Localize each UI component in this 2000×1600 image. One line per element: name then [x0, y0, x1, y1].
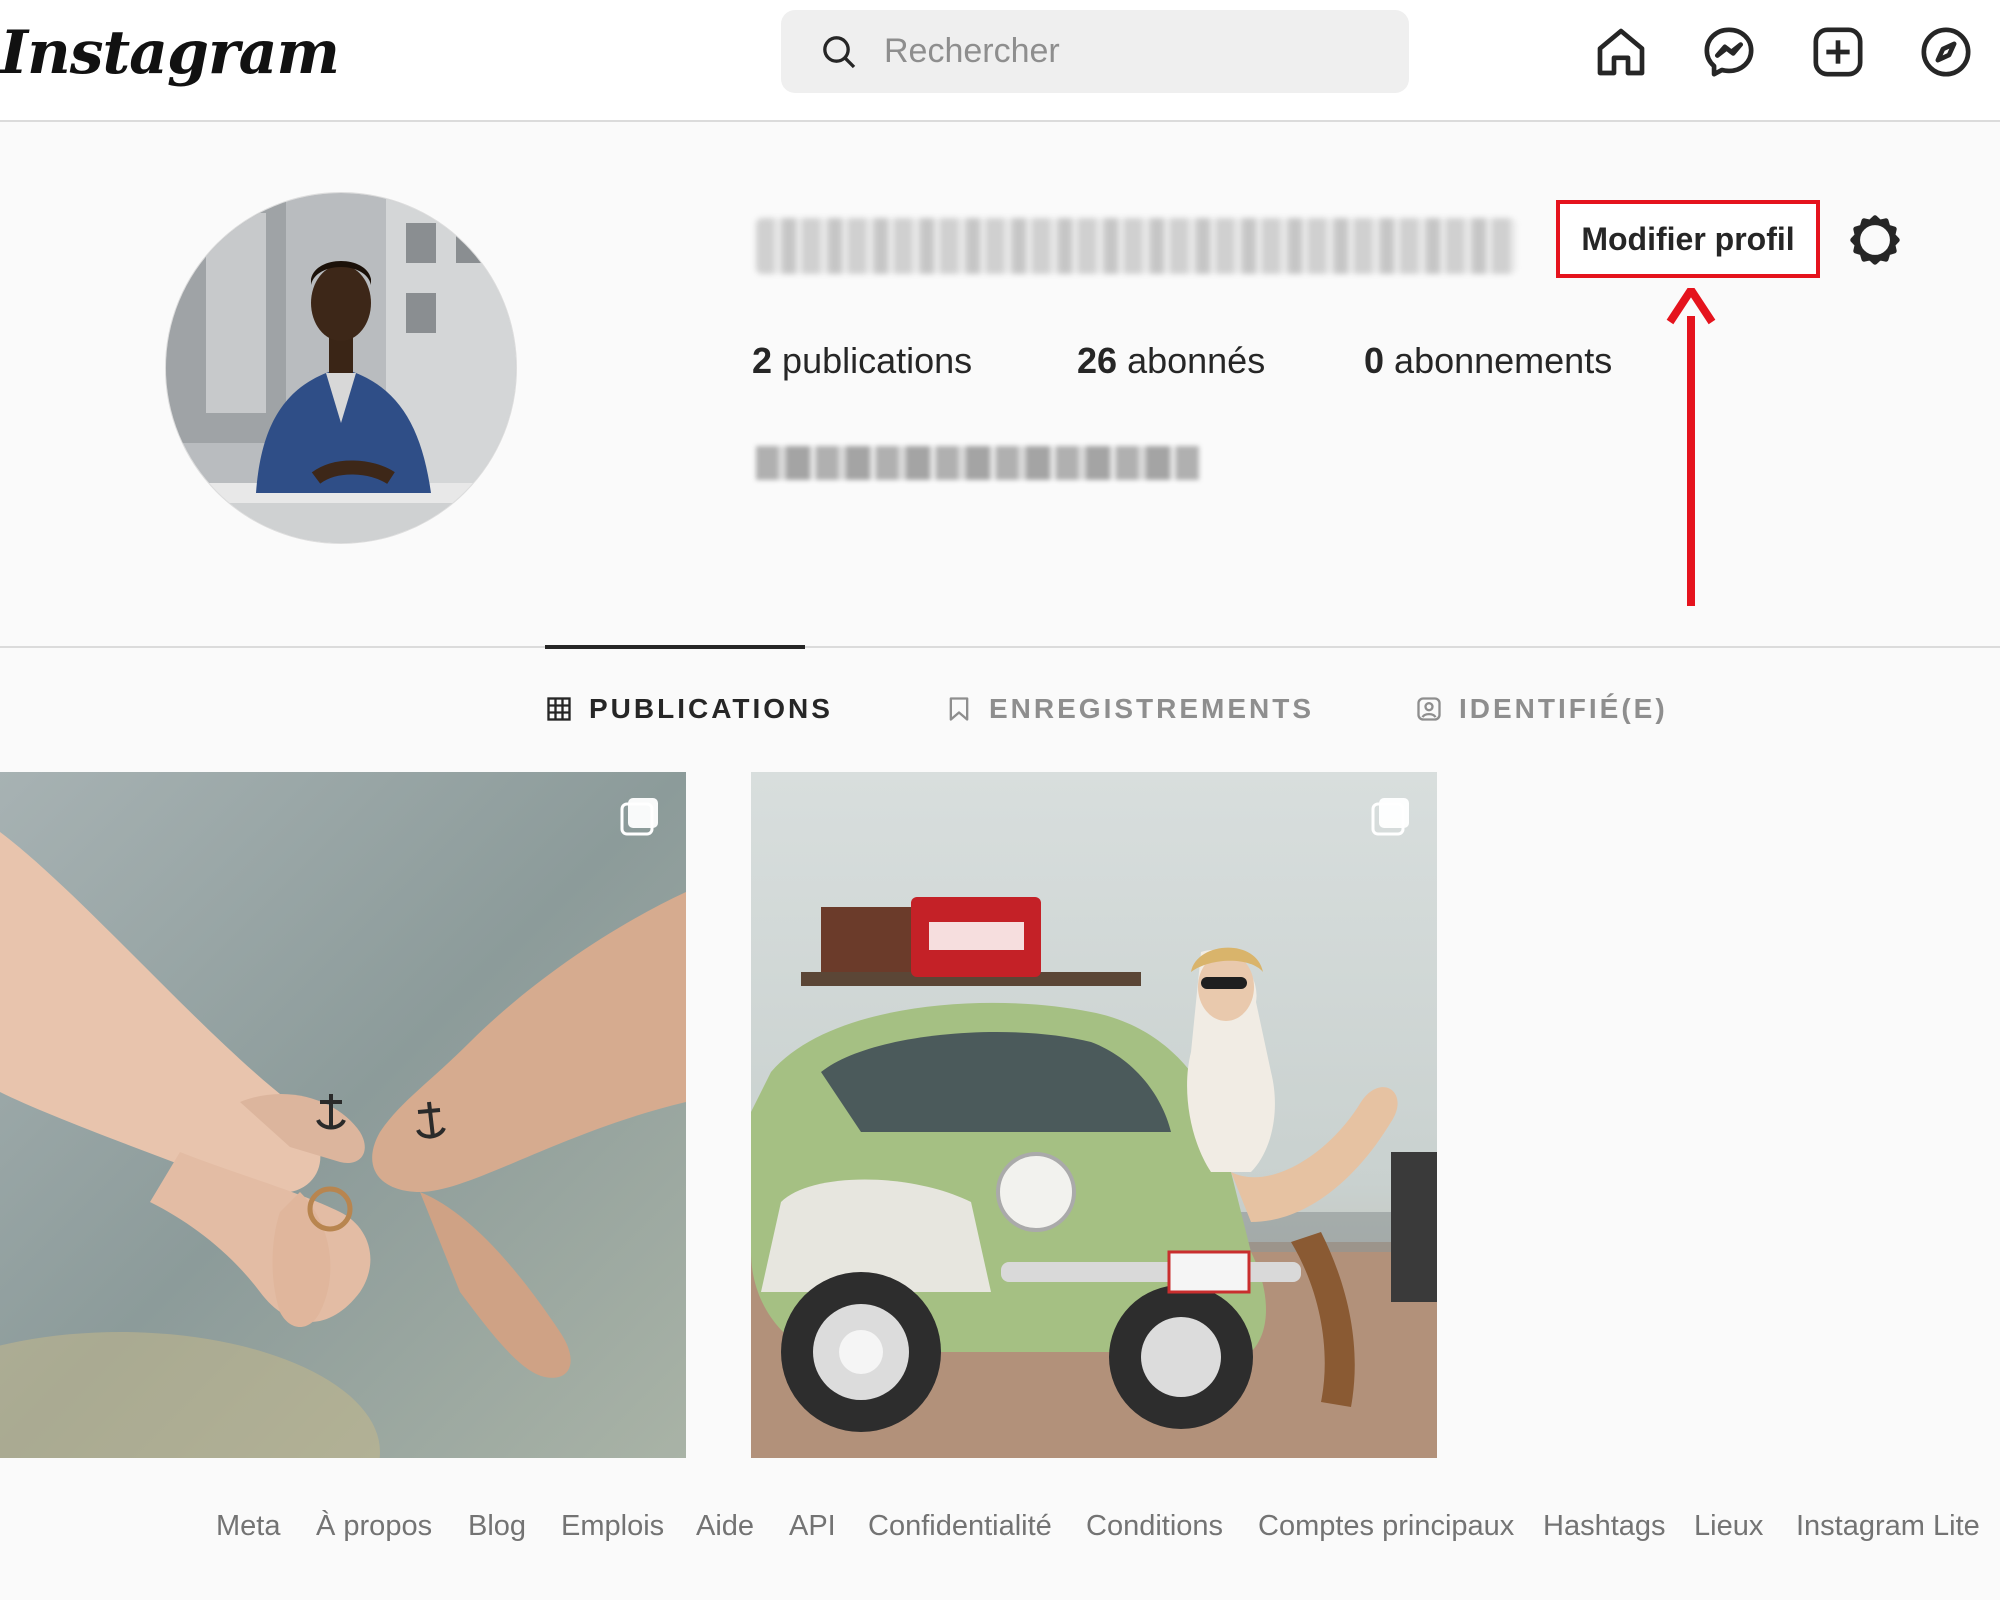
- footer-link-top-accounts[interactable]: Comptes principaux: [1258, 1510, 1514, 1543]
- annotation-arrow-icon: [1666, 288, 1716, 606]
- full-name-blurred: [756, 446, 1200, 480]
- footer-link-privacy[interactable]: Confidentialité: [868, 1510, 1052, 1543]
- tab-saved[interactable]: ENREGISTREMENTS: [945, 693, 1314, 725]
- stat-count: 2: [752, 340, 773, 381]
- footer-link-api[interactable]: API: [789, 1510, 836, 1543]
- profile-photo-image: [166, 193, 516, 543]
- tabs-divider: [0, 646, 2000, 648]
- new-post-icon[interactable]: [1810, 24, 1866, 80]
- footer-link-instagram-lite[interactable]: Instagram Lite: [1796, 1510, 1980, 1543]
- post-thumbnail-vintage-car[interactable]: [751, 772, 1437, 1458]
- footer-link-about[interactable]: À propos: [316, 1510, 432, 1543]
- footer-link-help[interactable]: Aide: [696, 1510, 754, 1543]
- tab-label: PUBLICATIONS: [589, 693, 833, 724]
- top-navigation-bar: Instagram Rechercher: [0, 0, 2000, 122]
- profile-avatar[interactable]: [165, 192, 517, 544]
- tab-label: IDENTIFIÉ(E): [1459, 693, 1668, 724]
- stat-publications[interactable]: 2 publications: [752, 340, 972, 382]
- stat-label: abonnements: [1394, 340, 1613, 381]
- stat-label: publications: [782, 340, 973, 381]
- footer-link-meta[interactable]: Meta: [216, 1510, 280, 1543]
- username-blurred: [756, 218, 1516, 274]
- edit-profile-button[interactable]: Modifier profil: [1556, 200, 1820, 278]
- stat-count: 26: [1077, 340, 1118, 381]
- tab-tagged[interactable]: IDENTIFIÉ(E): [1415, 693, 1668, 725]
- footer-links: Meta À propos Blog Emplois Aide API Conf…: [0, 1510, 2000, 1550]
- search-icon: [823, 36, 856, 69]
- footer-link-hashtags[interactable]: Hashtags: [1543, 1510, 1666, 1543]
- messenger-icon[interactable]: [1701, 24, 1757, 80]
- explore-icon[interactable]: [1918, 24, 1974, 80]
- stat-label: abonnés: [1127, 340, 1266, 381]
- instagram-logo[interactable]: Instagram: [0, 18, 340, 88]
- home-icon[interactable]: [1593, 24, 1649, 80]
- post-thumbnail-anchor-tattoo[interactable]: [0, 772, 686, 1458]
- footer-link-jobs[interactable]: Emplois: [561, 1510, 664, 1543]
- stat-following[interactable]: 0 abonnements: [1364, 340, 1612, 382]
- footer-link-locations[interactable]: Lieux: [1694, 1510, 1763, 1543]
- search-box[interactable]: Rechercher: [781, 10, 1409, 93]
- footer-link-terms[interactable]: Conditions: [1086, 1510, 1223, 1543]
- settings-gear-icon[interactable]: [1847, 212, 1903, 268]
- tab-publications[interactable]: PUBLICATIONS: [545, 693, 833, 725]
- post-image: [0, 772, 686, 1458]
- stat-followers[interactable]: 26 abonnés: [1077, 340, 1265, 382]
- footer-link-blog[interactable]: Blog: [468, 1510, 526, 1543]
- bookmark-icon: [949, 697, 969, 721]
- post-image: [751, 772, 1437, 1458]
- grid-icon: [547, 697, 571, 721]
- active-tab-indicator: [545, 645, 805, 649]
- tab-label: ENREGISTREMENTS: [989, 693, 1315, 724]
- stat-count: 0: [1364, 340, 1385, 381]
- tagged-icon: [1417, 697, 1441, 721]
- search-input[interactable]: Rechercher: [884, 32, 1060, 71]
